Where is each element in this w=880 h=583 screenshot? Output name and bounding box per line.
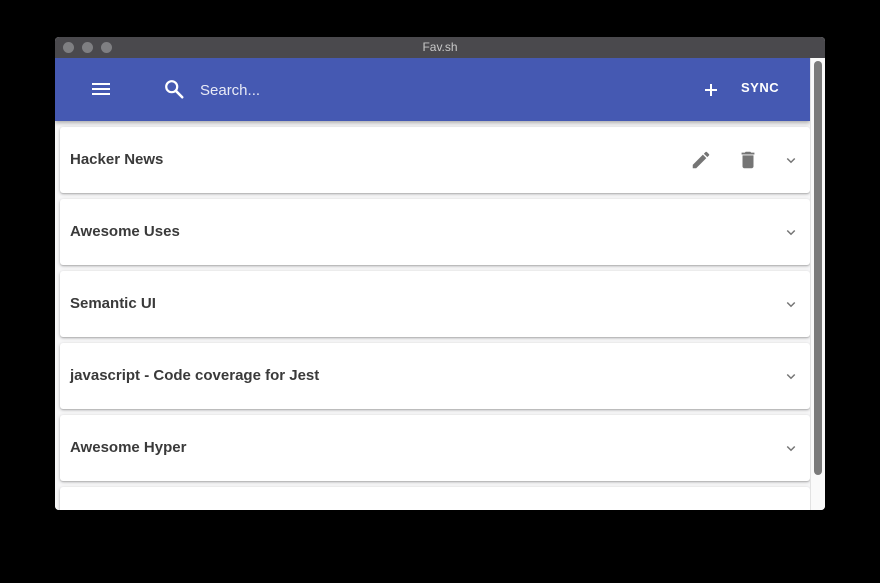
app-window: Fav.sh SYNC Hacker News <box>55 37 825 510</box>
bookmark-title[interactable]: javascript - Code coverage for Jest <box>70 367 319 384</box>
chevron-down-icon[interactable] <box>782 367 800 385</box>
sync-button[interactable]: SYNC <box>741 80 779 95</box>
bookmark-card[interactable]: Awesome Hyper <box>60 415 810 481</box>
scrollbar-thumb[interactable] <box>814 61 822 475</box>
hamburger-menu-icon[interactable] <box>91 80 111 98</box>
chevron-down-icon[interactable] <box>782 151 800 169</box>
bookmark-card[interactable]: javascript - Code coverage for Jest <box>60 343 810 409</box>
window-title: Fav.sh <box>422 40 458 54</box>
trash-icon[interactable] <box>737 149 759 171</box>
vertical-scrollbar[interactable] <box>810 58 825 510</box>
chevron-down-icon[interactable] <box>782 295 800 313</box>
chevron-down-icon[interactable] <box>782 223 800 241</box>
bookmark-card[interactable]: Semantic UI <box>60 271 810 337</box>
bookmark-title[interactable]: Awesome Hyper <box>70 439 186 456</box>
pencil-icon[interactable] <box>690 149 712 171</box>
bookmark-title[interactable]: Semantic UI <box>70 295 156 312</box>
bookmark-card[interactable]: Awesome Uses <box>60 199 810 265</box>
app-content: SYNC Hacker News Awesome Uses <box>55 58 810 510</box>
bookmark-title[interactable]: Hacker News <box>70 151 163 168</box>
window-titlebar[interactable]: Fav.sh <box>55 37 825 58</box>
add-bookmark-button[interactable] <box>699 78 723 102</box>
bookmark-card-partial[interactable] <box>60 487 810 510</box>
search-icon[interactable] <box>163 78 185 100</box>
chevron-down-icon[interactable] <box>782 439 800 457</box>
search-input[interactable] <box>200 76 500 104</box>
bookmark-title[interactable]: Awesome Uses <box>70 223 180 240</box>
bookmark-card[interactable]: Hacker News <box>60 127 810 193</box>
app-bar: SYNC <box>55 58 810 121</box>
